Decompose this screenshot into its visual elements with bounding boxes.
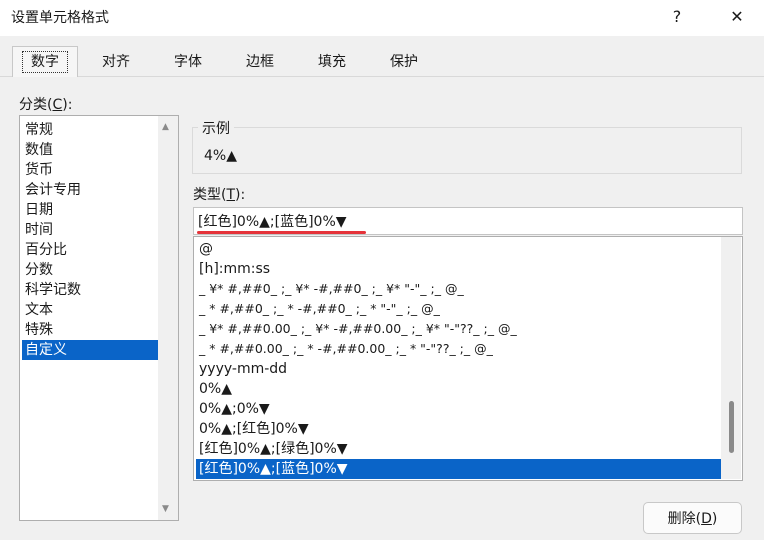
category-item-date[interactable]: 日期 [22, 200, 163, 220]
format-item[interactable]: [红色]0%▲;[绿色]0%▼ [196, 439, 725, 459]
sample-value: 4%▲ [204, 148, 237, 164]
dialog-title: 设置单元格格式 [11, 10, 109, 26]
category-item-time[interactable]: 时间 [22, 220, 163, 240]
format-item[interactable]: _ * #,##0_ ;_ * -#,##0_ ;_ * "-"_ ;_ @_ [196, 299, 725, 319]
tab-border[interactable]: 边框 [228, 48, 292, 76]
help-button[interactable]: ? [652, 0, 702, 34]
category-item-special[interactable]: 特殊 [22, 320, 163, 340]
category-scrollbar[interactable]: ▲ ▼ [158, 116, 178, 520]
category-list[interactable]: 常规 数值 货币 会计专用 日期 时间 百分比 分数 科学记数 文本 特殊 自定… [19, 115, 179, 521]
scroll-thumb[interactable] [729, 401, 734, 453]
delete-button[interactable]: 删除(D) [643, 502, 742, 534]
category-item-custom[interactable]: 自定义 [22, 340, 163, 360]
close-button[interactable]: ✕ [712, 0, 762, 34]
annotation-underline [197, 231, 366, 234]
category-item-number[interactable]: 数值 [22, 140, 163, 160]
sample-group [192, 127, 742, 174]
format-item[interactable]: @ [196, 239, 725, 259]
tab-number[interactable]: 数字 [12, 46, 78, 77]
type-label: 类型(T): [193, 187, 246, 203]
tab-alignment[interactable]: 对齐 [84, 48, 148, 76]
format-item[interactable]: 0%▲;[红色]0%▼ [196, 419, 725, 439]
format-item[interactable]: [h]:mm:ss [196, 259, 725, 279]
tab-font[interactable]: 字体 [156, 48, 220, 76]
format-item[interactable]: yyyy-mm-dd [196, 359, 725, 379]
format-item[interactable]: _ ¥* #,##0.00_ ;_ ¥* -#,##0.00_ ;_ ¥* "-… [196, 319, 725, 339]
tab-strip-divider [0, 76, 764, 77]
scroll-down-icon[interactable]: ▼ [162, 504, 169, 514]
category-item-accounting[interactable]: 会计专用 [22, 180, 163, 200]
tab-label: 数字 [22, 51, 68, 73]
title-bar [0, 0, 764, 36]
format-item[interactable]: 0%▲ [196, 379, 725, 399]
category-label: 分类(C): [19, 97, 73, 113]
format-item[interactable]: 0%▲;0%▼ [196, 399, 725, 419]
format-item-selected[interactable]: [红色]0%▲;[蓝色]0%▼ [196, 459, 725, 479]
scroll-up-icon[interactable]: ▲ [162, 122, 169, 132]
sample-label: 示例 [198, 118, 234, 138]
category-item-percentage[interactable]: 百分比 [22, 240, 163, 260]
format-list[interactable]: @ [h]:mm:ss _ ¥* #,##0_ ;_ ¥* -#,##0_ ;_… [193, 236, 743, 481]
category-item-fraction[interactable]: 分数 [22, 260, 163, 280]
category-item-currency[interactable]: 货币 [22, 160, 163, 180]
format-scrollbar[interactable] [721, 237, 741, 479]
category-item-general[interactable]: 常规 [22, 120, 163, 140]
category-item-text[interactable]: 文本 [22, 300, 163, 320]
format-item[interactable]: _ * #,##0.00_ ;_ * -#,##0.00_ ;_ * "-"??… [196, 339, 725, 359]
category-item-scientific[interactable]: 科学记数 [22, 280, 163, 300]
tab-protection[interactable]: 保护 [372, 48, 436, 76]
tab-fill[interactable]: 填充 [300, 48, 364, 76]
format-item[interactable]: _ ¥* #,##0_ ;_ ¥* -#,##0_ ;_ ¥* "-"_ ;_ … [196, 279, 725, 299]
